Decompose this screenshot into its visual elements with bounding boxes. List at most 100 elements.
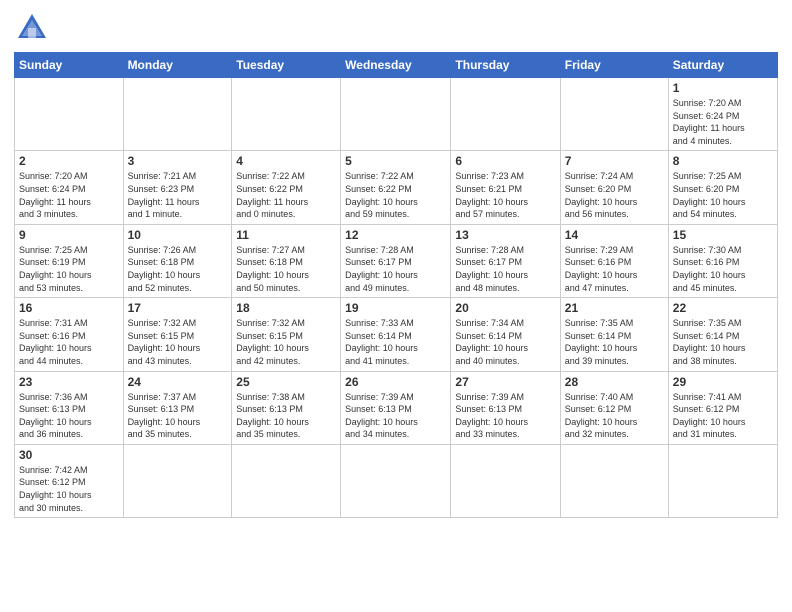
day-info: Sunrise: 7:22 AM Sunset: 6:22 PM Dayligh… [236, 170, 336, 220]
weekday-header-thursday: Thursday [451, 53, 560, 78]
day-info: Sunrise: 7:25 AM Sunset: 6:19 PM Dayligh… [19, 244, 119, 294]
day-info: Sunrise: 7:25 AM Sunset: 6:20 PM Dayligh… [673, 170, 773, 220]
day-cell [451, 444, 560, 517]
day-cell: 25 Sunrise: 7:38 AM Sunset: 6:13 PM Dayli… [232, 371, 341, 444]
day-info: Sunrise: 7:27 AM Sunset: 6:18 PM Dayligh… [236, 244, 336, 294]
day-cell [15, 78, 124, 151]
day-number: 5 [345, 154, 446, 168]
day-cell [232, 78, 341, 151]
day-number: 10 [128, 228, 228, 242]
day-cell: 18 Sunrise: 7:32 AM Sunset: 6:15 PM Dayli… [232, 298, 341, 371]
day-number: 18 [236, 301, 336, 315]
day-info: Sunrise: 7:35 AM Sunset: 6:14 PM Dayligh… [673, 317, 773, 367]
page: SundayMondayTuesdayWednesdayThursdayFrid… [0, 0, 792, 528]
day-info: Sunrise: 7:34 AM Sunset: 6:14 PM Dayligh… [455, 317, 555, 367]
day-number: 28 [565, 375, 664, 389]
header-area [14, 10, 778, 46]
day-cell: 21Sunrise: 7:35 AM Sunset: 6:14 PM Dayli… [560, 298, 668, 371]
day-cell [341, 78, 451, 151]
week-row-5: 23 Sunrise: 7:36 AM Sunset: 6:13 PM Dayli… [15, 371, 778, 444]
day-number: 20 [455, 301, 555, 315]
weekday-header-wednesday: Wednesday [341, 53, 451, 78]
weekday-header-monday: Monday [123, 53, 232, 78]
day-cell: 2Sunrise: 7:20 AM Sunset: 6:24 PM Daylig… [15, 151, 124, 224]
weekday-header-sunday: Sunday [15, 53, 124, 78]
day-cell: 9 Sunrise: 7:25 AM Sunset: 6:19 PM Daylig… [15, 224, 124, 297]
day-number: 26 [345, 375, 446, 389]
day-number: 7 [565, 154, 664, 168]
day-cell: 23 Sunrise: 7:36 AM Sunset: 6:13 PM Dayli… [15, 371, 124, 444]
day-info: Sunrise: 7:28 AM Sunset: 6:17 PM Dayligh… [345, 244, 446, 294]
day-info: Sunrise: 7:36 AM Sunset: 6:13 PM Dayligh… [19, 391, 119, 441]
week-row-1: 1Sunrise: 7:20 AM Sunset: 6:24 PM Daylig… [15, 78, 778, 151]
day-info: Sunrise: 7:26 AM Sunset: 6:18 PM Dayligh… [128, 244, 228, 294]
day-number: 12 [345, 228, 446, 242]
logo-icon [14, 10, 50, 46]
day-info: Sunrise: 7:24 AM Sunset: 6:20 PM Dayligh… [565, 170, 664, 220]
day-cell: 22 Sunrise: 7:35 AM Sunset: 6:14 PM Dayli… [668, 298, 777, 371]
day-info: Sunrise: 7:20 AM Sunset: 6:24 PM Dayligh… [673, 97, 773, 147]
day-number: 11 [236, 228, 336, 242]
week-row-2: 2Sunrise: 7:20 AM Sunset: 6:24 PM Daylig… [15, 151, 778, 224]
week-row-6: 30 Sunrise: 7:42 AM Sunset: 6:12 PM Dayli… [15, 444, 778, 517]
day-cell: 7 Sunrise: 7:24 AM Sunset: 6:20 PM Daylig… [560, 151, 668, 224]
day-info: Sunrise: 7:39 AM Sunset: 6:13 PM Dayligh… [345, 391, 446, 441]
day-number: 14 [565, 228, 664, 242]
day-cell: 30 Sunrise: 7:42 AM Sunset: 6:12 PM Dayli… [15, 444, 124, 517]
weekday-header-tuesday: Tuesday [232, 53, 341, 78]
day-number: 22 [673, 301, 773, 315]
day-info: Sunrise: 7:33 AM Sunset: 6:14 PM Dayligh… [345, 317, 446, 367]
day-info: Sunrise: 7:22 AM Sunset: 6:22 PM Dayligh… [345, 170, 446, 220]
day-cell: 20 Sunrise: 7:34 AM Sunset: 6:14 PM Dayli… [451, 298, 560, 371]
day-info: Sunrise: 7:23 AM Sunset: 6:21 PM Dayligh… [455, 170, 555, 220]
day-info: Sunrise: 7:21 AM Sunset: 6:23 PM Dayligh… [128, 170, 228, 220]
day-cell: 17Sunrise: 7:32 AM Sunset: 6:15 PM Dayli… [123, 298, 232, 371]
day-number: 6 [455, 154, 555, 168]
day-info: Sunrise: 7:42 AM Sunset: 6:12 PM Dayligh… [19, 464, 119, 514]
day-info: Sunrise: 7:28 AM Sunset: 6:17 PM Dayligh… [455, 244, 555, 294]
week-row-3: 9 Sunrise: 7:25 AM Sunset: 6:19 PM Daylig… [15, 224, 778, 297]
day-info: Sunrise: 7:37 AM Sunset: 6:13 PM Dayligh… [128, 391, 228, 441]
day-cell: 15Sunrise: 7:30 AM Sunset: 6:16 PM Dayli… [668, 224, 777, 297]
day-number: 8 [673, 154, 773, 168]
day-number: 3 [128, 154, 228, 168]
calendar-table: SundayMondayTuesdayWednesdayThursdayFrid… [14, 52, 778, 518]
day-cell: 14Sunrise: 7:29 AM Sunset: 6:16 PM Dayli… [560, 224, 668, 297]
day-number: 16 [19, 301, 119, 315]
day-cell [341, 444, 451, 517]
day-cell [123, 444, 232, 517]
day-number: 13 [455, 228, 555, 242]
day-cell: 8 Sunrise: 7:25 AM Sunset: 6:20 PM Daylig… [668, 151, 777, 224]
day-info: Sunrise: 7:32 AM Sunset: 6:15 PM Dayligh… [236, 317, 336, 367]
day-cell: 24Sunrise: 7:37 AM Sunset: 6:13 PM Dayli… [123, 371, 232, 444]
day-info: Sunrise: 7:38 AM Sunset: 6:13 PM Dayligh… [236, 391, 336, 441]
weekday-header-friday: Friday [560, 53, 668, 78]
day-cell: 4 Sunrise: 7:22 AM Sunset: 6:22 PM Daylig… [232, 151, 341, 224]
day-number: 30 [19, 448, 119, 462]
day-info: Sunrise: 7:20 AM Sunset: 6:24 PM Dayligh… [19, 170, 119, 220]
day-cell: 3 Sunrise: 7:21 AM Sunset: 6:23 PM Daylig… [123, 151, 232, 224]
day-number: 17 [128, 301, 228, 315]
day-number: 9 [19, 228, 119, 242]
day-cell: 29 Sunrise: 7:41 AM Sunset: 6:12 PM Dayli… [668, 371, 777, 444]
day-number: 25 [236, 375, 336, 389]
day-info: Sunrise: 7:31 AM Sunset: 6:16 PM Dayligh… [19, 317, 119, 367]
day-info: Sunrise: 7:30 AM Sunset: 6:16 PM Dayligh… [673, 244, 773, 294]
day-cell: 5 Sunrise: 7:22 AM Sunset: 6:22 PM Daylig… [341, 151, 451, 224]
week-row-4: 16 Sunrise: 7:31 AM Sunset: 6:16 PM Dayli… [15, 298, 778, 371]
day-number: 23 [19, 375, 119, 389]
day-cell: 28Sunrise: 7:40 AM Sunset: 6:12 PM Dayli… [560, 371, 668, 444]
day-cell [560, 78, 668, 151]
day-number: 29 [673, 375, 773, 389]
day-cell [123, 78, 232, 151]
day-info: Sunrise: 7:41 AM Sunset: 6:12 PM Dayligh… [673, 391, 773, 441]
day-info: Sunrise: 7:39 AM Sunset: 6:13 PM Dayligh… [455, 391, 555, 441]
day-cell: 19Sunrise: 7:33 AM Sunset: 6:14 PM Dayli… [341, 298, 451, 371]
day-info: Sunrise: 7:35 AM Sunset: 6:14 PM Dayligh… [565, 317, 664, 367]
day-cell: 16 Sunrise: 7:31 AM Sunset: 6:16 PM Dayli… [15, 298, 124, 371]
day-number: 4 [236, 154, 336, 168]
day-cell [668, 444, 777, 517]
day-number: 27 [455, 375, 555, 389]
weekday-header-saturday: Saturday [668, 53, 777, 78]
day-cell: 12 Sunrise: 7:28 AM Sunset: 6:17 PM Dayli… [341, 224, 451, 297]
